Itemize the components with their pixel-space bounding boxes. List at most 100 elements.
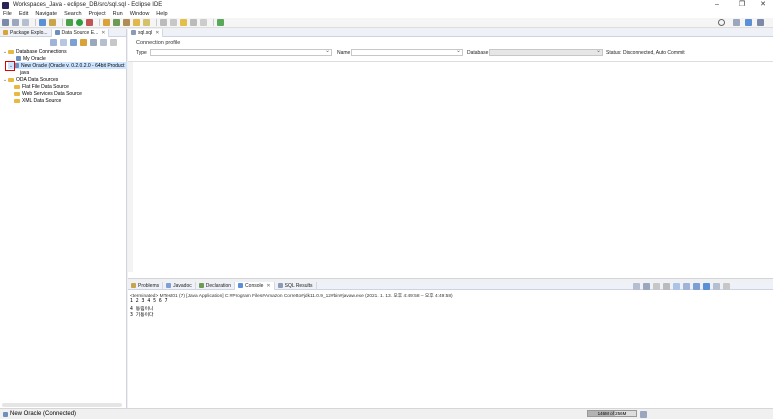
open-task-icon[interactable] — [143, 19, 150, 26]
heap-status[interactable]: 146M of 256M — [587, 410, 637, 417]
menu-edit[interactable]: Edit — [19, 11, 28, 17]
menu-run[interactable]: Run — [113, 11, 123, 17]
console-icon — [238, 283, 244, 288]
new-package-icon[interactable] — [113, 19, 120, 26]
explorer-toolbar — [50, 39, 120, 46]
tree-item-label: ODA Data Sources — [16, 76, 59, 83]
display-console-icon[interactable] — [693, 283, 700, 290]
new-connection-icon[interactable] — [50, 39, 57, 46]
close-button[interactable]: ✕ — [752, 0, 773, 10]
view-menu-icon[interactable] — [713, 283, 720, 290]
problems-icon — [131, 283, 136, 288]
open-console-icon[interactable] — [703, 283, 710, 290]
new-icon[interactable] — [2, 19, 9, 26]
remove-launch-icon[interactable] — [643, 283, 650, 290]
tab-package-explorer[interactable]: Package Explo... — [0, 28, 52, 37]
close-tab-icon[interactable]: ✕ — [266, 283, 270, 289]
tree-item-flat-file[interactable]: Flat File Data Source — [14, 83, 69, 90]
maximize-button[interactable]: ❐ — [731, 0, 753, 10]
database-icon — [16, 56, 21, 61]
terminal-icon[interactable] — [39, 19, 46, 26]
save-all-icon[interactable] — [22, 19, 29, 26]
menu-search[interactable]: Search — [64, 11, 81, 17]
collapse-all-icon[interactable] — [60, 39, 67, 46]
pin-console-icon[interactable] — [683, 283, 690, 290]
tab-sql-file-label: sql.sql — [138, 29, 153, 36]
terminate-icon[interactable] — [633, 283, 640, 290]
menu-window[interactable]: Window — [130, 11, 150, 17]
view-menu-icon[interactable] — [90, 39, 97, 46]
next-annotation-icon[interactable] — [160, 19, 167, 26]
run-icon[interactable] — [76, 19, 83, 26]
tab-console[interactable]: Console ✕ — [235, 281, 275, 290]
remove-all-icon[interactable] — [653, 283, 660, 290]
menu-help[interactable]: Help — [156, 11, 167, 17]
link-with-editor-icon[interactable] — [70, 39, 77, 46]
tab-declaration[interactable]: Declaration — [196, 281, 236, 290]
data-source-explorer-panel: Package Explo... Data Source E... ✕ ⌄ Da… — [0, 28, 127, 408]
tab-javadoc[interactable]: Javadoc — [163, 281, 196, 290]
sql-file-icon — [131, 30, 136, 35]
new-class-icon[interactable] — [123, 19, 130, 26]
skip-breakpoints-icon[interactable] — [49, 19, 56, 26]
toolbar-separator — [62, 19, 63, 26]
menu-navigate[interactable]: Navigate — [35, 11, 57, 17]
folder-icon — [14, 84, 20, 89]
console-output-line: 1 2 3 4 5 6 7 — [130, 299, 168, 304]
database-combo[interactable] — [489, 47, 603, 56]
tab-sql-results[interactable]: SQL Results — [275, 281, 317, 290]
close-tab-icon[interactable]: ✕ — [101, 30, 105, 36]
previous-annotation-icon[interactable] — [170, 19, 177, 26]
tree-item-database-connections[interactable]: ⌄ Database Connections — [2, 48, 67, 55]
garbage-collect-icon[interactable] — [640, 411, 647, 418]
tree-item-label: Database Connections — [16, 48, 67, 55]
menu-bar: File Edit Navigate Search Project Run Wi… — [0, 10, 773, 18]
horizontal-scrollbar[interactable] — [2, 403, 122, 407]
tab-problems[interactable]: Problems — [128, 281, 164, 290]
minimize-view-icon[interactable] — [100, 39, 107, 46]
tree-item-label: XML Data Source — [22, 97, 62, 104]
name-combo[interactable] — [351, 47, 463, 56]
filter-icon[interactable] — [80, 39, 87, 46]
status-text: New Oracle (Connected) — [10, 411, 77, 417]
tree-item-my-oracle[interactable]: My Oracle — [10, 55, 46, 62]
search-icon[interactable] — [718, 19, 725, 26]
save-icon[interactable] — [12, 19, 19, 26]
sql-results-icon — [277, 283, 283, 288]
new-java-project-icon[interactable] — [103, 19, 110, 26]
scroll-lock-icon[interactable] — [663, 283, 670, 290]
menu-file[interactable]: File — [3, 11, 12, 17]
tab-package-explorer-label: Package Explo... — [10, 29, 48, 36]
tab-sql-file[interactable]: sql.sql ✕ — [128, 28, 164, 37]
back-icon[interactable] — [190, 19, 197, 26]
debug-icon[interactable] — [66, 19, 73, 26]
tree-item-web-services[interactable]: Web Services Data Source — [14, 90, 82, 97]
pin-editor-icon[interactable] — [217, 19, 224, 26]
external-tools-icon[interactable] — [86, 19, 93, 26]
type-combo[interactable] — [150, 47, 332, 56]
menu-project[interactable]: Project — [89, 11, 106, 17]
java-perspective-icon[interactable] — [745, 19, 752, 26]
tree-item-xml[interactable]: XML Data Source — [14, 97, 61, 104]
minimize-button[interactable]: – — [706, 0, 728, 10]
highlight-box — [5, 61, 15, 71]
minimize-view-icon[interactable] — [723, 283, 730, 290]
heap-status-label: 146M of 256M — [597, 411, 627, 416]
close-tab-icon[interactable]: ✕ — [155, 30, 159, 36]
console-toolbar — [633, 283, 733, 290]
toolbar-separator — [213, 19, 214, 26]
console-terminated-line: <terminated> MTest01 (7) [Java Applicati… — [130, 294, 453, 299]
word-wrap-icon[interactable] — [673, 283, 680, 290]
tree-item-oda-data-sources[interactable]: ⌄ ODA Data Sources — [2, 76, 58, 83]
forward-icon[interactable] — [200, 19, 207, 26]
perspective-open-icon[interactable] — [733, 19, 740, 26]
last-edit-icon[interactable] — [180, 19, 187, 26]
folder-icon — [14, 91, 20, 96]
tree-item-java[interactable]: java — [20, 69, 29, 76]
editor-text-area[interactable] — [128, 61, 773, 272]
database-perspective-icon[interactable] — [757, 19, 764, 26]
tab-data-source-explorer[interactable]: Data Source E... ✕ — [51, 28, 110, 37]
open-type-icon[interactable] — [133, 19, 140, 26]
maximize-view-icon[interactable] — [110, 39, 117, 46]
tree-item-new-oracle[interactable]: ⌄ New Oracle (Oracle v. 0.2.0.2.0 - 64bi… — [8, 62, 127, 69]
